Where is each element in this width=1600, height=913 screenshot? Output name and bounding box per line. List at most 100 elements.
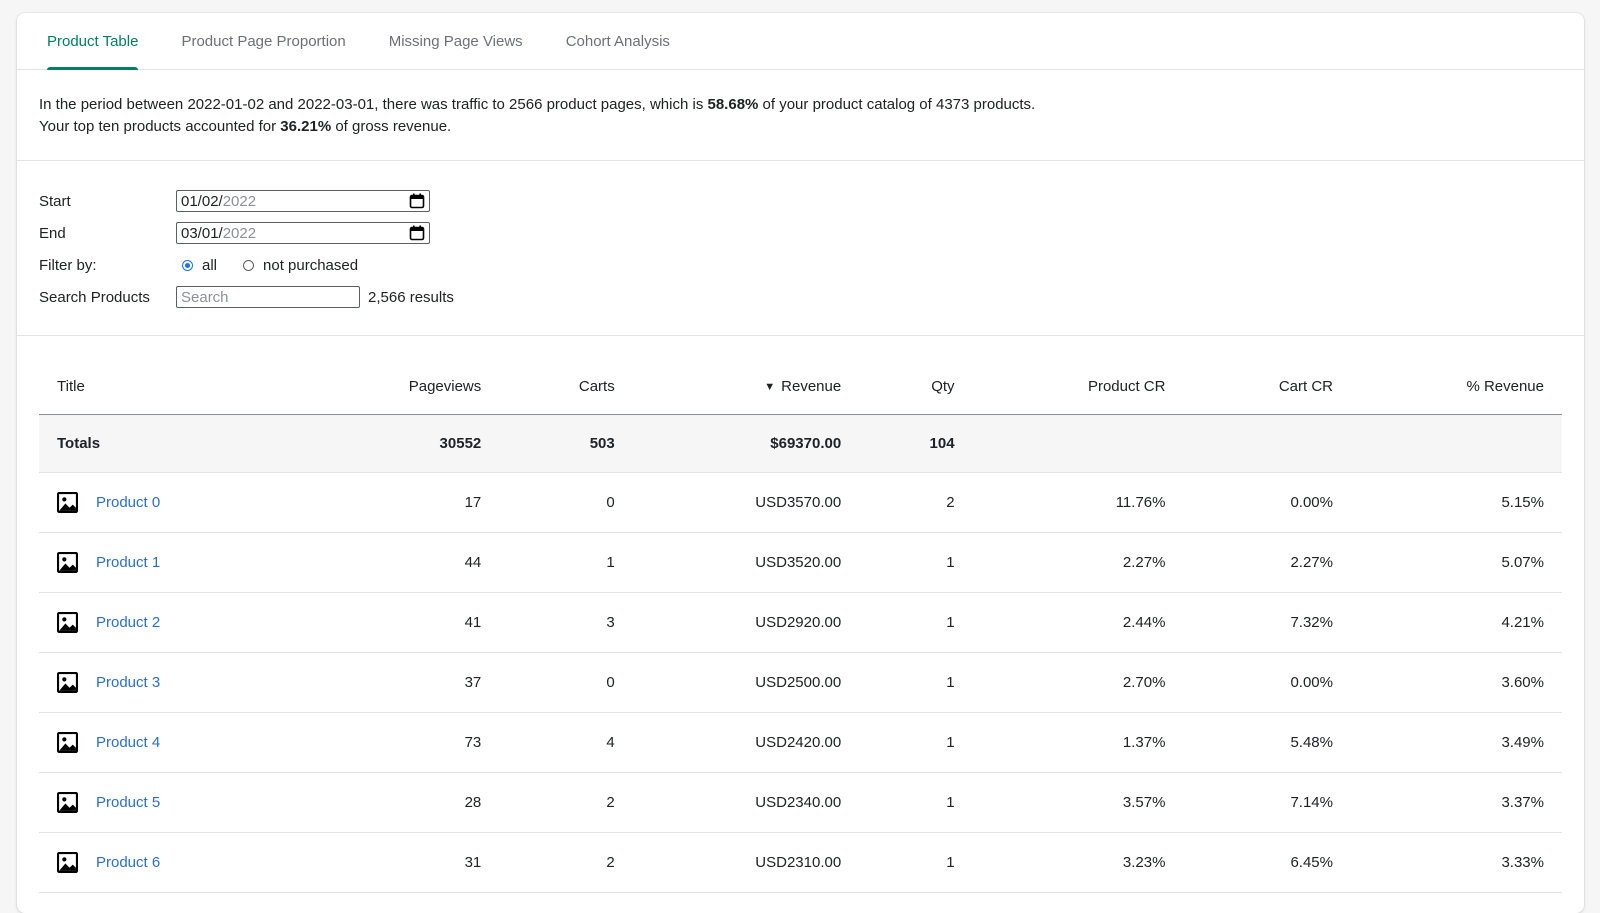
tab-cohort-analysis[interactable]: Cohort Analysis	[566, 13, 670, 69]
search-input[interactable]: Search	[176, 286, 360, 308]
carts-cell: 0	[499, 472, 633, 533]
revenue-cell: USD2500.00	[632, 652, 860, 713]
pageviews-cell: 31	[297, 832, 500, 893]
carts-cell: 1	[499, 532, 633, 593]
image-icon	[57, 672, 78, 693]
pct-revenue-cell: 3.37%	[1350, 772, 1562, 833]
radio-all-dot[interactable]	[182, 259, 193, 271]
table-row: Product 3 37 0 USD2500.00 1 2.70% 0.00% 3.60%	[39, 652, 1562, 713]
qty-cell: 1	[859, 652, 973, 713]
pageviews-cell: 28	[297, 772, 500, 833]
results-count: 2,566 results	[368, 288, 454, 306]
pct-revenue-cell: 3.33%	[1350, 832, 1562, 893]
qty-cell: 2	[859, 472, 973, 533]
radio-all[interactable]: all	[182, 257, 217, 274]
table-header-row: Title Pageviews Carts ▼ Revenue Qty Produ…	[39, 358, 1562, 415]
totals-qty: 104	[859, 414, 973, 473]
calendar-icon[interactable]	[409, 193, 425, 209]
pct-revenue-cell: 4.21%	[1350, 592, 1562, 653]
product-title-cell: Product 3	[39, 652, 298, 713]
summary-text: In the period between 2022-01-02 and 202…	[17, 70, 1584, 161]
totals-row: Totals 30552 503 $69370.00 104	[39, 414, 1562, 473]
totals-label: Totals	[39, 414, 298, 473]
product-cr-cell: 2.27%	[972, 532, 1184, 593]
table-row: Product 2 41 3 USD2920.00 1 2.44% 7.32% 4.21%	[39, 592, 1562, 653]
report-card: Product Table Product Page Proportion Mi…	[17, 13, 1584, 913]
end-date-input[interactable]: 03/01/2022	[176, 222, 430, 244]
pageviews-cell: 17	[297, 472, 500, 533]
product-link[interactable]: Product 3	[96, 674, 160, 691]
calendar-icon[interactable]	[409, 225, 425, 241]
col-revenue[interactable]: ▼ Revenue	[632, 358, 860, 415]
cart-cr-cell: 7.14%	[1183, 772, 1351, 833]
product-title-cell: Product 6	[39, 832, 298, 893]
qty-cell: 1	[859, 712, 973, 773]
totals-carts: 503	[499, 414, 633, 473]
revenue-cell: USD2310.00	[632, 832, 860, 893]
table-row: Product 1 44 1 USD3520.00 1 2.27% 2.27% 5.07%	[39, 532, 1562, 593]
col-title[interactable]: Title	[39, 358, 298, 415]
revenue-cell: USD2420.00	[632, 712, 860, 773]
product-table: Title Pageviews Carts ▼ Revenue Qty Produ…	[39, 358, 1562, 893]
qty-cell: 1	[859, 772, 973, 833]
carts-cell: 2	[499, 772, 633, 833]
product-link[interactable]: Product 4	[96, 734, 160, 751]
revenue-percentage: 36.21%	[280, 118, 332, 135]
product-link[interactable]: Product 2	[96, 614, 160, 631]
product-title-cell: Product 2	[39, 592, 298, 653]
carts-cell: 0	[499, 652, 633, 713]
pct-revenue-cell: 3.60%	[1350, 652, 1562, 713]
revenue-cell: USD3570.00	[632, 472, 860, 533]
table-row: Product 6 31 2 USD2310.00 1 3.23% 6.45% 3.33%	[39, 832, 1562, 893]
qty-cell: 1	[859, 832, 973, 893]
pct-revenue-cell: 5.07%	[1350, 532, 1562, 593]
product-link[interactable]: Product 1	[96, 554, 160, 571]
totals-revenue: $69370.00	[632, 414, 860, 473]
col-product-cr[interactable]: Product CR	[972, 358, 1184, 415]
cart-cr-cell: 0.00%	[1183, 652, 1351, 713]
image-icon	[57, 552, 78, 573]
revenue-cell: USD3520.00	[632, 532, 860, 593]
pct-revenue-cell: 5.15%	[1350, 472, 1562, 533]
tab-product-page-proportion[interactable]: Product Page Proportion	[181, 13, 345, 69]
cart-cr-cell: 6.45%	[1183, 832, 1351, 893]
product-cr-cell: 11.76%	[972, 472, 1184, 533]
summary-line-2: Your top ten products accounted for 36.2…	[39, 118, 452, 135]
totals-pageviews: 30552	[297, 414, 500, 473]
product-cr-cell: 1.37%	[972, 712, 1184, 773]
table-row: Product 0 17 0 USD3570.00 2 11.76% 0.00% 5.15%	[39, 472, 1562, 533]
carts-cell: 2	[499, 832, 633, 893]
cart-cr-cell: 7.32%	[1183, 592, 1351, 653]
end-label: End	[39, 224, 66, 242]
product-link[interactable]: Product 0	[96, 494, 160, 511]
filter-by-label: Filter by:	[39, 256, 97, 274]
col-pageviews[interactable]: Pageviews	[297, 358, 500, 415]
start-date-input[interactable]: 01/02/2022	[176, 190, 430, 212]
tab-product-table[interactable]: Product Table	[47, 13, 139, 70]
product-title-cell: Product 1	[39, 532, 298, 593]
carts-cell: 3	[499, 592, 633, 653]
product-link[interactable]: Product 5	[96, 794, 160, 811]
pageviews-cell: 41	[297, 592, 500, 653]
search-products-label: Search Products	[39, 288, 150, 306]
filters-panel: Start 01/02/2022 End 03/01/2022 Filter b…	[17, 161, 1584, 336]
image-icon	[57, 612, 78, 633]
caret-down-icon: ▼	[764, 380, 776, 393]
product-table-container: Title Pageviews Carts ▼ Revenue Qty Produ…	[17, 336, 1584, 893]
col-carts[interactable]: Carts	[499, 358, 633, 415]
radio-not-purchased-dot[interactable]	[243, 259, 255, 271]
product-cr-cell: 3.57%	[972, 772, 1184, 833]
col-cart-cr[interactable]: Cart CR	[1183, 358, 1351, 415]
image-icon	[57, 732, 78, 753]
product-title-cell: Product 5	[39, 772, 298, 833]
col-pct-revenue[interactable]: % Revenue	[1350, 358, 1562, 415]
product-link[interactable]: Product 6	[96, 854, 160, 871]
pct-revenue-cell: 3.49%	[1350, 712, 1562, 773]
cart-cr-cell: 2.27%	[1183, 532, 1351, 593]
qty-cell: 1	[859, 532, 973, 593]
tab-missing-page-views[interactable]: Missing Page Views	[389, 13, 523, 69]
col-qty[interactable]: Qty	[859, 358, 973, 415]
revenue-cell: USD2920.00	[632, 592, 860, 653]
image-icon	[57, 852, 78, 873]
radio-not-purchased[interactable]: not purchased	[243, 257, 358, 274]
